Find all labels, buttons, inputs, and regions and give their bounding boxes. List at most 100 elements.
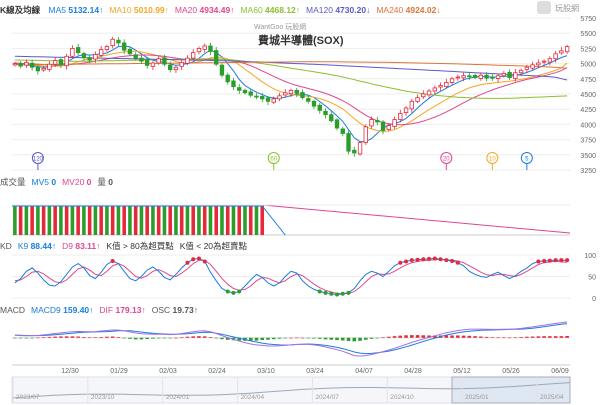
candle-body	[363, 126, 368, 144]
osc-bar	[41, 337, 46, 338]
candle-body	[380, 121, 386, 131]
price-tick-label: 3750	[580, 138, 596, 145]
candle-body	[237, 87, 242, 91]
candle-body	[214, 50, 219, 65]
volume-bar	[128, 205, 132, 235]
kd-legend-item-2[interactable]: D9 83.11↑	[62, 241, 100, 251]
kd-legend-item-3[interactable]: K值 > 80為超買點	[106, 241, 173, 251]
volume-bar	[53, 205, 57, 235]
osc-bar	[197, 336, 201, 338]
osc-bar	[542, 336, 546, 338]
candle-body	[403, 107, 409, 113]
osc-bar	[473, 336, 477, 338]
osc-bar	[254, 337, 259, 341]
candle-body	[191, 52, 196, 59]
volume-bar	[191, 205, 195, 235]
price-tick-label: 5000	[580, 62, 596, 69]
kd-legend-item-1[interactable]: K9 88.44↑	[18, 241, 56, 251]
candle-body	[12, 63, 18, 66]
price-tick-label: 4750	[580, 77, 596, 84]
candle-body	[392, 119, 397, 127]
volume-bar	[162, 205, 167, 235]
volume-bar	[59, 205, 63, 235]
volume-bar	[47, 205, 52, 235]
kd-oversold-dot	[225, 289, 230, 294]
kd-overbought-dot	[547, 258, 552, 263]
candle-body	[444, 82, 449, 87]
osc-bar	[266, 337, 270, 340]
price-tick-label: 3250	[580, 168, 596, 175]
volume-bar	[87, 205, 92, 235]
osc-bar	[507, 337, 512, 339]
date-axis-labels: 12/30 01/29 02/03 02/24 03/10 03/24 04/07 04/28…	[12, 364, 570, 375]
osc-bar	[168, 337, 172, 339]
ma-legend-item-3[interactable]: MA60 4468.12↑	[240, 5, 300, 15]
candle-body	[271, 98, 276, 103]
chart-title: 費城半導體(SOX)	[258, 35, 344, 47]
candle-body	[311, 100, 317, 107]
price-axis-labels: 3250 3500 3750 4000 4250 4500 4750 5000 5250 5500…	[580, 16, 596, 175]
ma-legend-item-1[interactable]: MA10 5010.99↑	[109, 5, 169, 15]
osc-bar	[139, 337, 144, 340]
osc-bar	[461, 335, 466, 338]
candle-body	[156, 58, 161, 64]
candle-body	[553, 53, 558, 60]
osc-bar	[64, 336, 69, 338]
volume-legend-item-2[interactable]: MV20 0	[62, 177, 91, 187]
osc-bar	[174, 337, 178, 339]
osc-bar	[283, 337, 288, 339]
macd-legend-item-2[interactable]: DIF 179.13↑	[99, 305, 145, 315]
kd-overbought-dot	[559, 258, 564, 263]
watermark: WantGoo 玩股網	[254, 24, 307, 31]
dif-line	[14, 321, 568, 357]
volume-bar	[139, 205, 144, 235]
ma-legend-item-0[interactable]: MA5 5132.14↑	[49, 5, 104, 15]
volume-legend-item-1[interactable]: MV5 0	[32, 177, 57, 187]
osc-bar	[317, 337, 322, 339]
ma-legend-item-5[interactable]: MA240 4924.02↓	[376, 5, 440, 15]
volume-bar	[64, 205, 69, 235]
ma-legend-item-4[interactable]: MA120 4730.20↓	[306, 5, 370, 15]
candle-body	[98, 49, 104, 56]
logo-text: 玩股網	[555, 4, 579, 13]
volume-bar	[254, 205, 259, 235]
macd-legend-item-1[interactable]: MACD9 159.40↑	[31, 305, 93, 315]
osc-bar	[145, 337, 149, 340]
candle-body	[52, 60, 58, 65]
osc-bar	[82, 337, 86, 338]
kd-overbought-dot	[415, 257, 420, 262]
volume-legend: 成交量 MV5 0 MV20 0 量 0	[0, 176, 119, 188]
candle-body	[93, 54, 98, 60]
macd-legend-item-0[interactable]: MACD	[0, 305, 25, 315]
osc-bar	[24, 337, 29, 339]
volume-bar	[174, 205, 178, 235]
macd-legend-item-3[interactable]: OSC 19.73↑	[152, 305, 198, 315]
macd-legend: MACD MACD9 159.40↑ DIF 179.13↑ OSC 19.73↑	[0, 305, 204, 315]
osc-bar	[185, 336, 190, 338]
price-tick-label: 5750	[580, 16, 596, 23]
ma-marker-label: 10	[489, 157, 496, 163]
volume-bar	[202, 205, 207, 235]
osc-bar	[151, 337, 155, 339]
osc-bar	[110, 336, 115, 338]
kd-overbought-dot	[432, 256, 437, 261]
site-logo[interactable]: 玩股網	[537, 0, 597, 16]
osc-bar	[289, 337, 293, 339]
candle-body	[346, 133, 351, 152]
kd-legend-item-4[interactable]: K值 < 20為超賣點	[180, 241, 247, 251]
osc-bar	[415, 335, 420, 338]
kd-legend-item-0[interactable]: KD	[0, 241, 12, 251]
candle-body	[478, 74, 484, 79]
candle-body	[58, 59, 64, 66]
candle-body	[162, 57, 167, 65]
osc-bar	[53, 336, 57, 338]
ma-legend-item-2[interactable]: MA20 4934.49↑	[175, 5, 235, 15]
candle-body	[501, 72, 507, 77]
candle-body	[168, 64, 173, 71]
volume-legend-item-3[interactable]: 量 0	[97, 177, 113, 187]
candle-body	[547, 58, 553, 63]
volume-legend-item-0[interactable]: 成交量	[0, 177, 26, 187]
candle-body	[81, 53, 87, 58]
osc-bar	[128, 337, 132, 339]
kd-oversold-dot	[237, 289, 242, 294]
